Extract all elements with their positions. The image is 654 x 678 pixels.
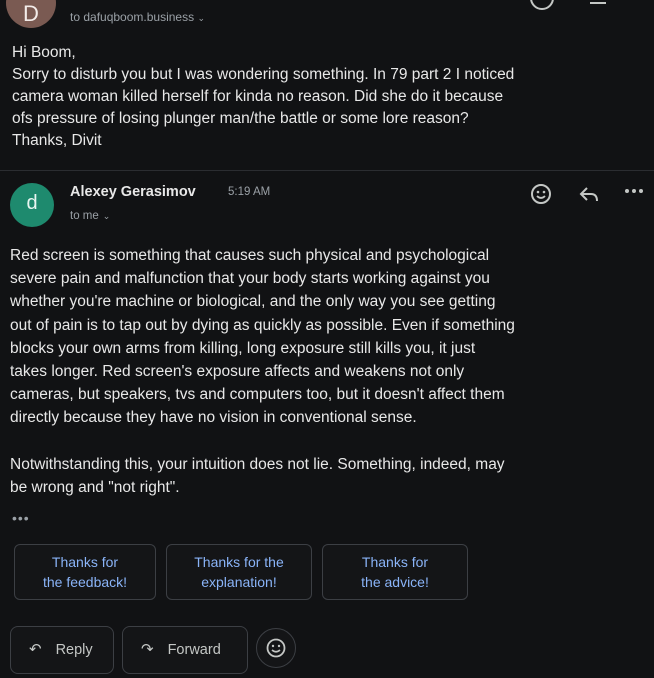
- body-line: directly because they have no vision in …: [10, 409, 417, 427]
- smart-reply-line: Thanks for: [361, 554, 429, 570]
- body-line: Notwithstanding this, your intuition doe…: [10, 455, 505, 473]
- recipient-line[interactable]: to me ⌄: [70, 210, 110, 222]
- body-line: Sorry to disturb you but I was wondering…: [12, 66, 515, 83]
- forward-button[interactable]: ↷ Forward: [122, 626, 248, 674]
- previous-avatar-letter: D: [23, 1, 39, 26]
- smart-reply-line: Thanks for: [51, 554, 119, 570]
- body-line: Red screen is something that causes such…: [10, 247, 490, 264]
- show-trimmed-content-button[interactable]: •••: [12, 510, 30, 526]
- chevron-down-icon: ⌄: [197, 13, 205, 23]
- emoji-icon[interactable]: [530, 183, 551, 204]
- body-line: whether you're machine or biological, an…: [10, 293, 496, 311]
- more-options-icon[interactable]: [622, 181, 646, 201]
- reply-icon[interactable]: [578, 184, 600, 204]
- previous-message-body: Hi Boom, Sorry to disturb you but I was …: [12, 42, 642, 152]
- previous-sender-avatar[interactable]: D: [6, 0, 56, 28]
- chevron-down-icon: ⌄: [102, 211, 111, 221]
- emoji-icon[interactable]: [530, 0, 554, 10]
- avatar-letter: d: [26, 192, 38, 214]
- smart-reply-line: Thanks for the: [194, 554, 284, 570]
- previous-message-header: D to dafuqboom.business ⌄: [0, 0, 654, 36]
- message-body: Red screen is something that causes such…: [10, 244, 650, 499]
- smart-reply-advice[interactable]: Thanks for the advice!: [322, 544, 468, 600]
- smart-reply-explanation[interactable]: Thanks for the explanation!: [166, 544, 312, 600]
- body-line: cameras, but speakers, tvs and computers…: [10, 386, 505, 404]
- body-line: out of pain is to tap out by dying as qu…: [10, 316, 515, 334]
- sender-name[interactable]: Alexey Gerasimov: [70, 184, 196, 200]
- body-line: be wrong and "not right".: [10, 478, 180, 496]
- smart-reply-line: the feedback!: [42, 574, 128, 590]
- smart-reply-line: the advice!: [361, 574, 429, 590]
- emoji-reaction-button[interactable]: [256, 628, 296, 668]
- smart-reply-line: explanation!: [201, 574, 277, 590]
- email-thread-screen: D to dafuqboom.business ⌄ Hi Boom, Sorry…: [0, 0, 654, 678]
- forward-label: Forward: [167, 642, 221, 658]
- previous-recipient-line[interactable]: to dafuqboom.business ⌄: [70, 10, 205, 24]
- forward-arrow-icon: ↷: [141, 641, 154, 658]
- sender-avatar[interactable]: d: [10, 183, 54, 227]
- message-time: 5:19 AM: [228, 186, 271, 198]
- body-line: blocks your own arms from killing, long …: [10, 339, 476, 357]
- body-line: camera woman killed herself for kinda no…: [12, 88, 504, 105]
- emoji-icon: [266, 638, 286, 658]
- reply-button[interactable]: ↶ Reply: [10, 626, 114, 674]
- to-me-text: to me: [70, 210, 99, 222]
- body-line: Hi Boom,: [12, 44, 76, 61]
- body-line: ofs pressure of losing plunger man/the b…: [12, 110, 469, 127]
- reply-icon[interactable]: [590, 0, 606, 4]
- body-line: severe pain and malfunction that your bo…: [10, 270, 490, 288]
- body-line: takes longer. Red screen's exposure affe…: [10, 363, 465, 381]
- message-divider: [0, 170, 654, 171]
- smart-reply-feedback[interactable]: Thanks for the feedback!: [14, 544, 156, 600]
- body-line: Thanks, Divit: [12, 132, 102, 149]
- previous-to-text: to dafuqboom.business: [70, 10, 195, 24]
- reply-label: Reply: [55, 642, 93, 658]
- reply-arrow-icon: ↶: [29, 641, 42, 658]
